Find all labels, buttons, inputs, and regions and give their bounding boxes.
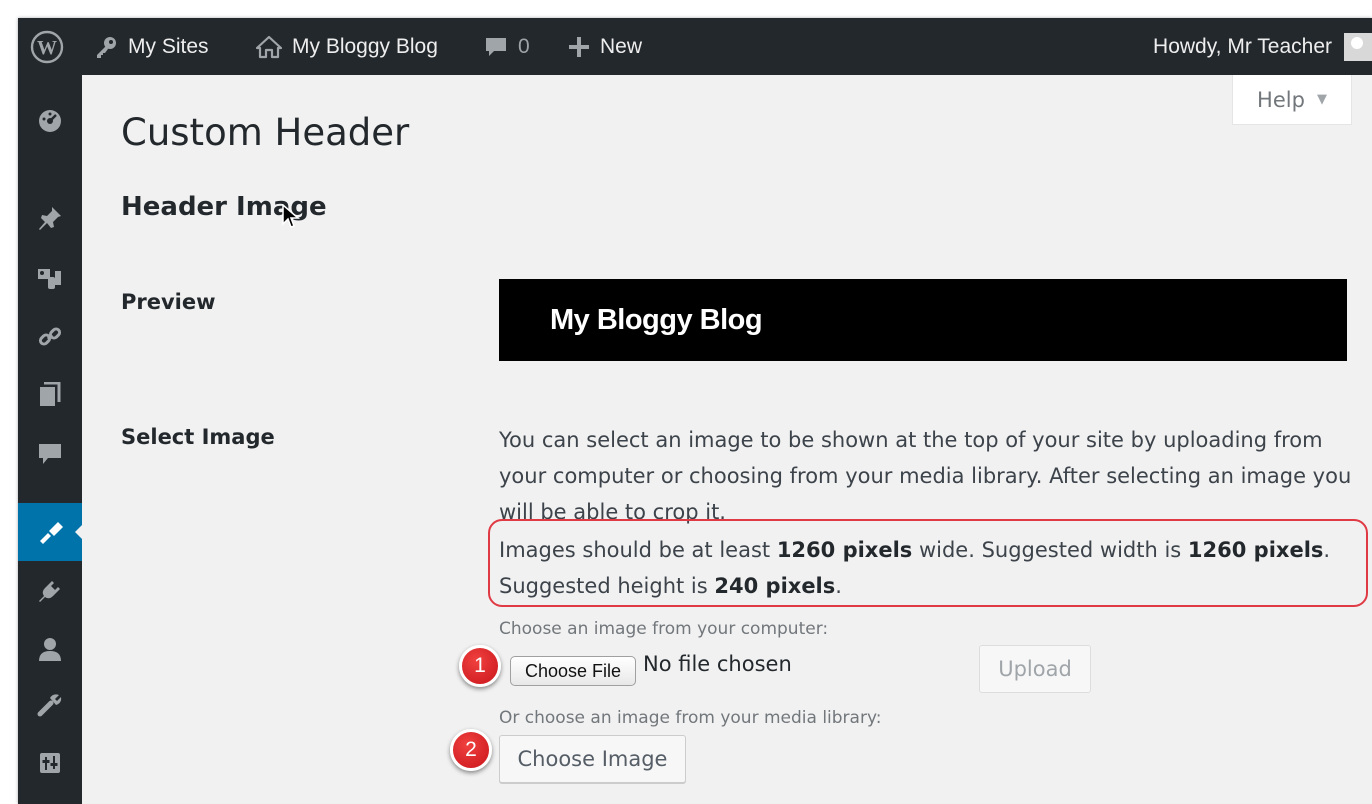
choose-image-button[interactable]: Choose Image (499, 735, 686, 783)
browser-viewport: W My Sites My Bloggy Blog 0 New Howdy, M… (18, 18, 1372, 804)
step-badge-1: 1 (459, 645, 501, 687)
wordpress-logo-icon[interactable]: W (30, 18, 64, 75)
pages-icon[interactable] (18, 371, 82, 419)
admin-bar: W My Sites My Bloggy Blog 0 New Howdy, M… (18, 18, 1372, 75)
choose-from-library-hint: Or choose an image from your media libra… (499, 708, 882, 728)
media-icon[interactable] (18, 255, 82, 303)
my-sites-menu[interactable]: My Sites (94, 18, 209, 75)
preview-site-title: My Bloggy Blog (550, 304, 763, 336)
settings-icon[interactable] (18, 739, 82, 787)
pin-icon[interactable] (18, 195, 82, 243)
howdy-label: Howdy, Mr Teacher (1153, 34, 1332, 58)
preview-label: Preview (121, 290, 216, 314)
links-icon[interactable] (18, 313, 82, 361)
site-name-menu[interactable]: My Bloggy Blog (256, 18, 438, 75)
choose-file-button[interactable]: Choose File (510, 656, 636, 686)
new-content-menu[interactable]: New (568, 18, 642, 75)
help-tab-button[interactable]: Help ▼ (1232, 75, 1352, 125)
site-name-label: My Bloggy Blog (292, 34, 438, 58)
appearance-icon[interactable] (18, 503, 83, 561)
key-icon (97, 36, 116, 58)
comments-count: 0 (518, 34, 530, 58)
choose-from-computer-hint: Choose an image from your computer: (499, 619, 829, 639)
comments-icon[interactable] (18, 430, 82, 478)
avatar (1344, 32, 1372, 61)
my-sites-label: My Sites (128, 34, 209, 58)
no-file-chosen-text: No file chosen (643, 652, 792, 676)
home-icon (256, 35, 282, 58)
help-label: Help (1257, 87, 1305, 112)
page-title: Custom Header (121, 111, 410, 154)
caret-down-icon: ▼ (1316, 92, 1327, 107)
highlight-annotation (488, 519, 1368, 607)
select-image-description: You can select an image to be shown at t… (499, 428, 1352, 524)
upload-button[interactable]: Upload (979, 645, 1091, 693)
users-icon[interactable] (18, 625, 82, 673)
plus-icon (569, 36, 589, 57)
new-label: New (600, 34, 643, 58)
dashboard-icon[interactable] (18, 97, 82, 145)
account-menu[interactable]: Howdy, Mr Teacher (1153, 18, 1372, 75)
svg-text:W: W (37, 37, 57, 59)
comments-menu[interactable]: 0 (484, 18, 530, 75)
header-preview: My Bloggy Blog (499, 279, 1347, 361)
mouse-cursor-icon (282, 204, 300, 228)
step-badge-2: 2 (450, 729, 492, 771)
admin-sidebar (18, 75, 83, 804)
select-image-label: Select Image (121, 425, 275, 449)
comment-bubble-icon (486, 37, 506, 56)
tools-icon[interactable] (18, 681, 82, 729)
plugins-icon[interactable] (18, 567, 82, 615)
active-menu-arrow (75, 524, 83, 540)
